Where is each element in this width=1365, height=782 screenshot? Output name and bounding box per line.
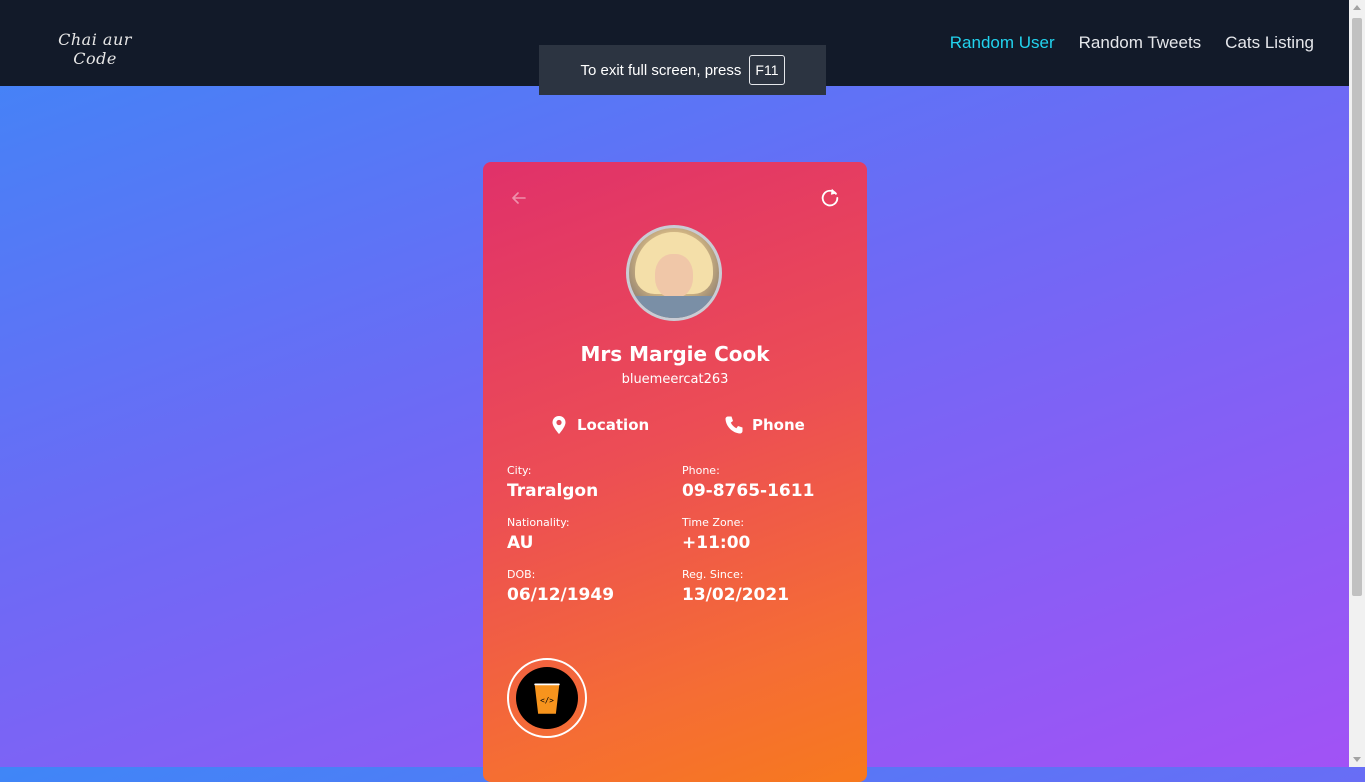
tab-phone-label: Phone	[752, 416, 805, 434]
field-dob: DOB: 06/12/1949	[507, 568, 614, 605]
field-city-value: Traralgon	[507, 481, 599, 501]
field-nationality: Nationality: AU	[507, 516, 570, 553]
nav-link-random-user[interactable]: Random User	[950, 33, 1055, 53]
field-dob-label: DOB:	[507, 568, 536, 581]
scroll-up-arrow-icon[interactable]	[1353, 5, 1361, 10]
field-phone: Phone: 09-8765-1611	[682, 464, 814, 501]
field-timezone-value: +11:00	[682, 533, 751, 553]
field-reg-since-label: Reg. Since:	[682, 568, 744, 581]
refresh-button[interactable]	[819, 186, 841, 208]
phone-icon	[725, 416, 743, 434]
back-button[interactable]	[509, 188, 529, 208]
field-phone-value: 09-8765-1611	[682, 481, 815, 501]
field-reg-since: Reg. Since: 13/02/2021	[682, 568, 789, 605]
site-logo[interactable]: Chai aur Code	[47, 26, 143, 68]
map-pin-icon	[552, 416, 566, 434]
chai-cup-icon: </>	[534, 683, 560, 714]
fullscreen-key-hint: F11	[749, 55, 785, 85]
badge-inner: </>	[516, 667, 578, 729]
field-timezone-label: Time Zone:	[682, 516, 745, 529]
field-nationality-label: Nationality:	[507, 516, 570, 529]
tab-phone[interactable]: Phone	[724, 415, 805, 435]
field-reg-since-value: 13/02/2021	[682, 585, 790, 605]
field-phone-label: Phone:	[682, 464, 720, 477]
refresh-icon	[821, 188, 839, 207]
field-city-label: City:	[507, 464, 532, 477]
field-dob-value: 06/12/1949	[507, 585, 615, 605]
field-city: City: Traralgon	[507, 464, 598, 501]
user-avatar	[626, 225, 722, 321]
nav-link-cats-listing[interactable]: Cats Listing	[1225, 33, 1314, 53]
tab-location[interactable]: Location	[549, 415, 649, 435]
logo-text: Chai aur Code	[58, 30, 132, 68]
fullscreen-toast-text: To exit full screen, press	[580, 61, 742, 79]
user-profile-card: Mrs Margie Cook bluemeercat263 Location …	[483, 162, 867, 782]
page-scrollbar[interactable]	[1349, 0, 1365, 767]
scrollbar-thumb[interactable]	[1352, 18, 1362, 596]
back-arrow-icon	[512, 192, 526, 204]
fullscreen-exit-toast: To exit full screen, press F11	[539, 45, 826, 95]
scroll-down-arrow-icon[interactable]	[1353, 757, 1361, 762]
nav-links: Random User Random Tweets Cats Listing	[950, 33, 1314, 53]
chai-aur-code-badge[interactable]: </>	[507, 658, 587, 738]
field-nationality-value: AU	[507, 533, 534, 553]
user-full-name: Mrs Margie Cook	[580, 342, 770, 366]
badge-code-glyph: </>	[540, 696, 554, 705]
nav-link-random-tweets[interactable]: Random Tweets	[1079, 33, 1202, 53]
field-timezone: Time Zone: +11:00	[682, 516, 750, 553]
user-username: bluemeercat263	[621, 372, 729, 387]
tab-location-label: Location	[577, 416, 650, 434]
